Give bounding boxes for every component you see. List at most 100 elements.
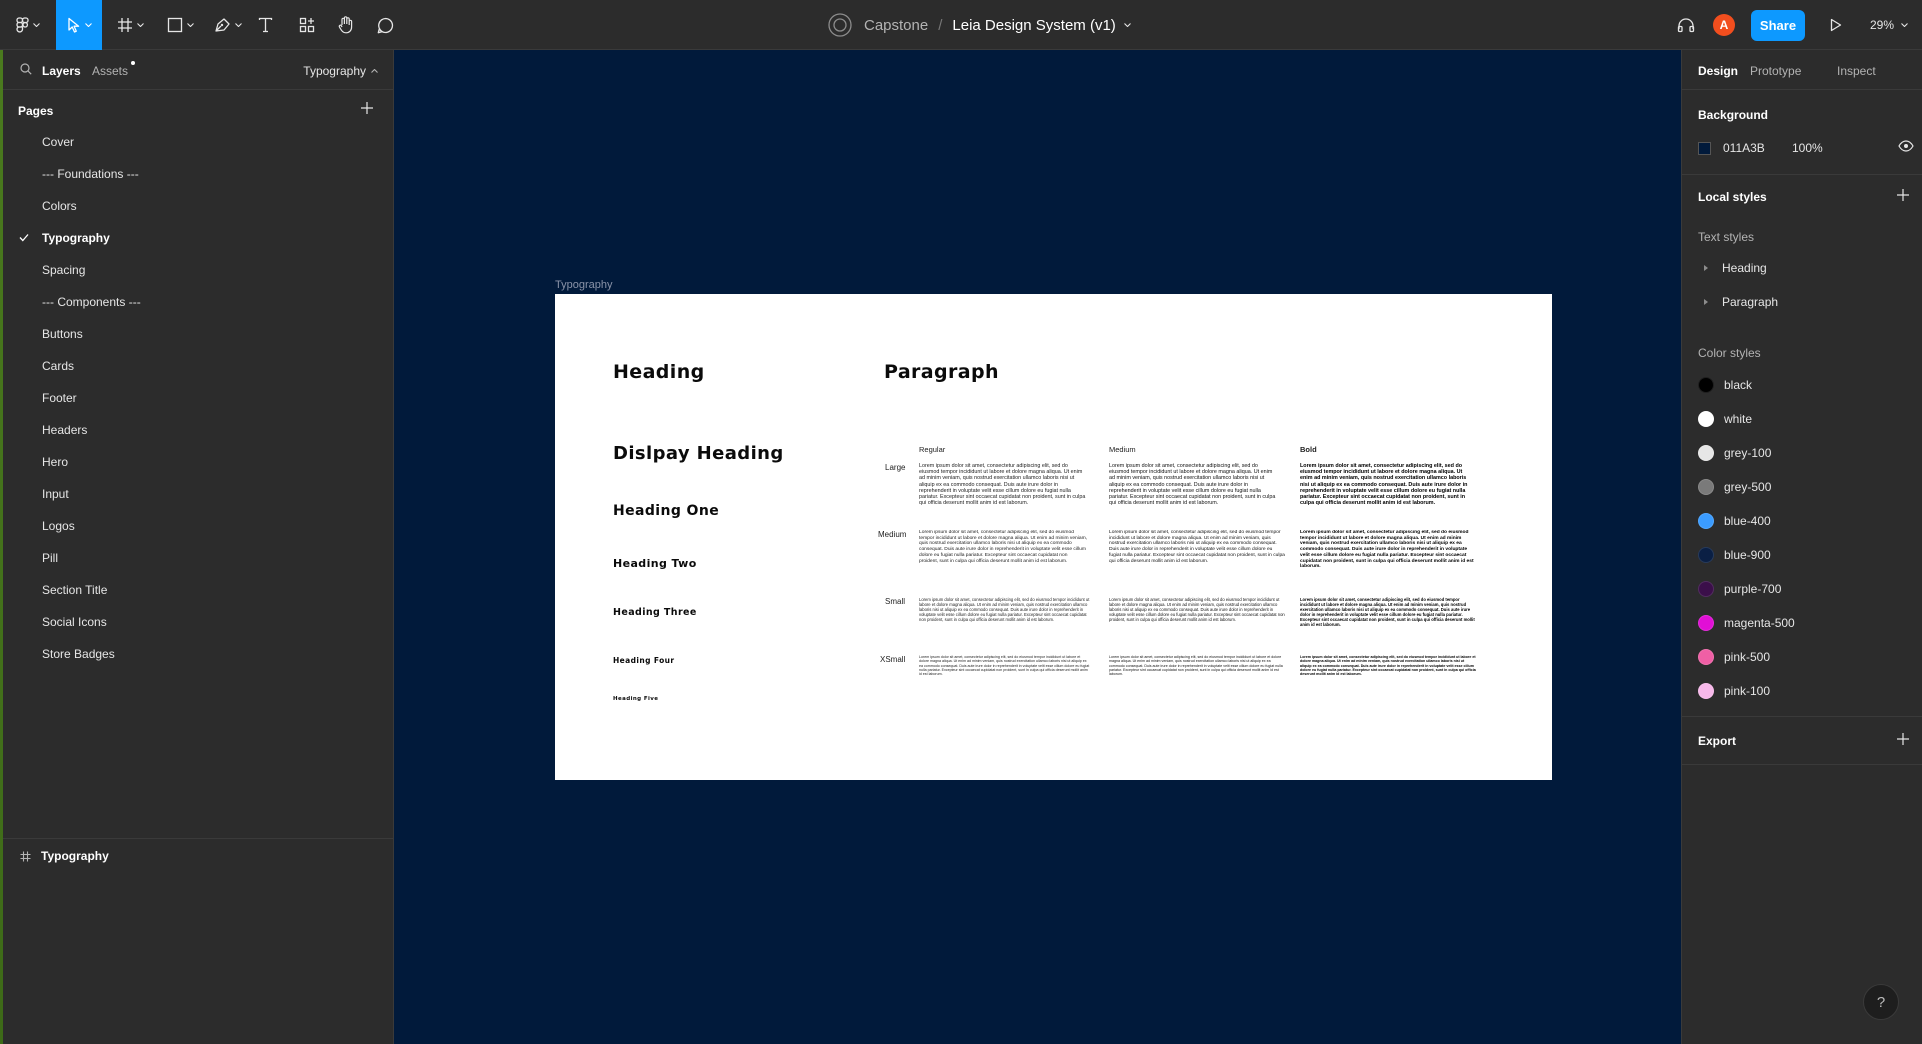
background-color-swatch[interactable] (1698, 141, 1711, 155)
page-item-label: Logos (42, 519, 75, 533)
tab-design[interactable]: Design (1698, 64, 1738, 78)
background-opacity-value[interactable]: 100% (1792, 141, 1823, 155)
color-style-label: blue-900 (1724, 548, 1771, 562)
shape-tool-button[interactable] (160, 0, 200, 50)
panel-divider (1682, 174, 1922, 175)
page-item[interactable]: Cards (0, 350, 394, 382)
background-fill-row[interactable]: 011A3B 100% (1698, 138, 1914, 158)
page-item[interactable]: Buttons (0, 318, 394, 350)
color-style-pink-500[interactable]: pink-500 (1698, 647, 1770, 667)
headphones-icon (1677, 18, 1695, 33)
page-item[interactable]: --- Components --- (0, 286, 394, 318)
comment-tool-button[interactable] (372, 0, 398, 50)
page-selector[interactable]: Typography (303, 64, 378, 78)
team-avatar-icon[interactable] (828, 13, 852, 37)
file-name[interactable]: Leia Design System (v1) (952, 17, 1115, 34)
color-swatch (1698, 649, 1714, 665)
play-icon (1830, 18, 1842, 32)
page-item[interactable]: Input (0, 478, 394, 510)
add-page-plus-icon[interactable] (360, 101, 374, 115)
zoom-control[interactable]: 29% (1870, 0, 1908, 50)
text-styles-heading: Text styles (1698, 230, 1755, 244)
page-item-label: --- Components --- (42, 295, 141, 309)
background-hex-value[interactable]: 011A3B (1723, 141, 1765, 155)
color-style-purple-700[interactable]: purple-700 (1698, 579, 1781, 599)
hand-tool-button[interactable] (333, 0, 359, 50)
user-avatar[interactable]: A (1713, 14, 1735, 36)
page-item[interactable]: Section Title (0, 574, 394, 606)
weight-label-bold: Bold (1300, 445, 1317, 454)
canvas[interactable]: Typography Heading Dislpay Heading Headi… (394, 50, 1681, 1044)
main-menu-button[interactable] (10, 0, 46, 50)
help-button[interactable]: ? (1863, 984, 1899, 1020)
color-swatch (1698, 547, 1714, 563)
page-item-label: Social Icons (42, 615, 107, 629)
chevron-down-icon[interactable] (1123, 23, 1131, 27)
layer-item-typography-frame[interactable]: Typography (0, 846, 109, 866)
tab-assets[interactable]: Assets (92, 64, 128, 78)
heading-one-sample: Heading One (613, 503, 720, 519)
color-swatch (1698, 581, 1714, 597)
color-style-blue-900[interactable]: blue-900 (1698, 545, 1771, 565)
page-item[interactable]: Headers (0, 414, 394, 446)
size-label-xsmall: XSmall (880, 655, 906, 664)
search-icon[interactable] (20, 63, 32, 75)
move-tool-button[interactable] (56, 0, 102, 50)
text-style-paragraph[interactable]: Paragraph (1698, 292, 1778, 312)
page-item-current[interactable]: Typography (0, 222, 394, 254)
page-item[interactable]: Pill (0, 542, 394, 574)
color-style-grey-500[interactable]: grey-500 (1698, 477, 1771, 497)
chevron-down-icon (84, 23, 92, 27)
right-panel: Design Prototype Inspect Background 011A… (1681, 50, 1922, 1044)
page-item-label: Spacing (42, 263, 86, 277)
paragraph-medium-bold: Lorem ipsum dolor sit amet, consectetur … (1300, 530, 1474, 570)
page-item[interactable]: Spacing (0, 254, 394, 286)
page-item[interactable]: Hero (0, 446, 394, 478)
page-item[interactable]: Cover (0, 126, 394, 158)
color-style-grey-100[interactable]: grey-100 (1698, 443, 1771, 463)
export-heading: Export (1698, 734, 1737, 748)
project-name[interactable]: Capstone (864, 17, 928, 34)
page-item[interactable]: Social Icons (0, 606, 394, 638)
color-style-black[interactable]: black (1698, 375, 1752, 395)
page-item[interactable]: Footer (0, 382, 394, 414)
tab-layers[interactable]: Layers (42, 64, 81, 78)
page-item[interactable]: --- Foundations --- (0, 158, 394, 190)
typography-frame[interactable]: Heading Dislpay Heading Heading One Head… (555, 294, 1552, 780)
paragraph-large-regular: Lorem ipsum dolor sit amet, consectetur … (919, 463, 1086, 507)
tab-prototype[interactable]: Prototype (1750, 64, 1801, 78)
page-item[interactable]: Colors (0, 190, 394, 222)
chevron-down-icon (33, 23, 40, 27)
audio-call-button[interactable] (1672, 0, 1700, 50)
left-edge-accent (0, 50, 3, 1044)
panel-divider (1682, 764, 1922, 765)
top-toolbar: Capstone / Leia Design System (v1) A Sha… (0, 0, 1922, 50)
color-style-magenta-500[interactable]: magenta-500 (1698, 613, 1795, 633)
pen-tool-button[interactable] (208, 0, 248, 50)
size-label-large: Large (885, 463, 906, 472)
paragraph-column-title: Paragraph (884, 361, 999, 383)
page-item-label: Cover (42, 135, 75, 149)
text-tool-button[interactable] (252, 0, 278, 50)
color-style-blue-400[interactable]: blue-400 (1698, 511, 1771, 531)
add-style-plus-icon[interactable] (1896, 188, 1910, 202)
frame-tool-button[interactable] (110, 0, 150, 50)
color-style-white[interactable]: white (1698, 409, 1752, 429)
frame-label[interactable]: Typography (555, 279, 612, 291)
resources-tool-button[interactable] (294, 0, 320, 50)
page-item-label: Headers (42, 423, 88, 437)
panel-divider (1682, 716, 1922, 717)
chevron-up-icon (371, 69, 378, 73)
text-style-heading[interactable]: Heading (1698, 258, 1767, 278)
color-style-pink-100[interactable]: pink-100 (1698, 681, 1770, 701)
share-button[interactable]: Share (1751, 10, 1805, 41)
tab-inspect[interactable]: Inspect (1837, 64, 1876, 78)
size-label-small: Small (885, 597, 906, 606)
paragraph-xsmall-regular: Lorem ipsum dolor sit amet, consectetur … (919, 655, 1090, 677)
eye-visibility-icon[interactable] (1898, 140, 1914, 152)
page-item-label: Cards (42, 359, 75, 373)
present-button[interactable] (1823, 0, 1849, 50)
page-item[interactable]: Logos (0, 510, 394, 542)
add-export-plus-icon[interactable] (1896, 732, 1910, 746)
page-item[interactable]: Store Badges (0, 638, 394, 670)
